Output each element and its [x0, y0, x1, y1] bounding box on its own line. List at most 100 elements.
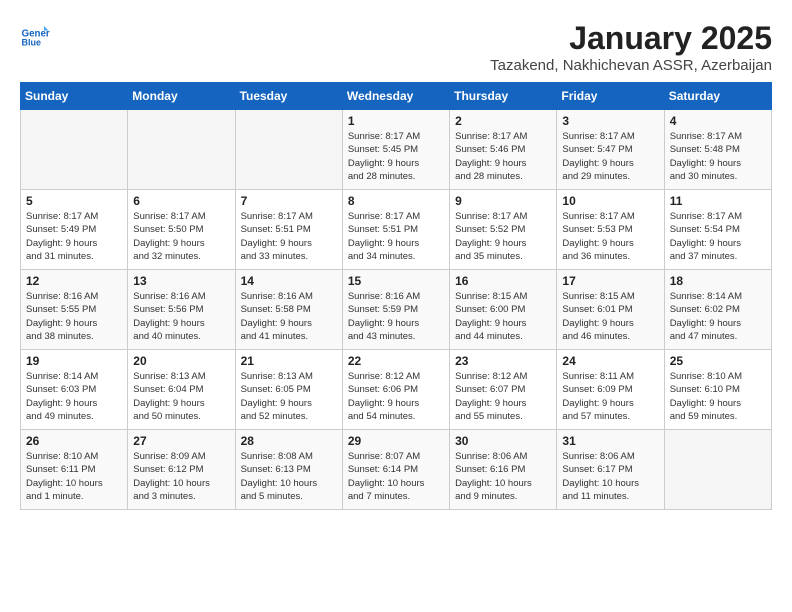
week-row-4: 19Sunrise: 8:14 AMSunset: 6:03 PMDayligh…: [21, 350, 772, 430]
weekday-header-wednesday: Wednesday: [342, 83, 449, 110]
calendar-cell: 23 Sunrise: 8:12 AMSunset: 6:07 PMDayligh…: [450, 350, 557, 430]
day-number: 1: [348, 114, 444, 128]
cell-info: Sunrise: 8:16 AMSunset: 5:58 PMDaylight:…: [241, 290, 337, 343]
calendar-cell: 5Sunrise: 8:17 AMSunset: 5:49 PMDaylight…: [21, 190, 128, 270]
cell-info: Sunrise: 8:08 AMSunset: 6:13 PMDaylight:…: [241, 450, 337, 503]
week-row-5: 26Sunrise: 8:10 AMSunset: 6:11 PMDayligh…: [21, 430, 772, 510]
cell-info: Sunrise: 8:12 AMSunset: 6:07 PMDaylight:…: [455, 370, 551, 423]
title-block: January 2025 Tazakend, Nakhichevan ASSR,…: [490, 20, 772, 74]
cell-info: Sunrise: 8:17 AMSunset: 5:48 PMDaylight:…: [670, 130, 766, 183]
day-number: 16: [455, 274, 551, 288]
calendar-cell: 6 Sunrise: 8:17 AMSunset: 5:50 PMDaylight…: [128, 190, 235, 270]
day-number: 31: [562, 434, 658, 448]
day-number: 4: [670, 114, 766, 128]
header: General Blue January 2025 Tazakend, Nakh…: [20, 20, 772, 74]
calendar-cell: 14 Sunrise: 8:16 AMSunset: 5:58 PMDayligh…: [235, 270, 342, 350]
day-number: 17: [562, 274, 658, 288]
day-number: 7: [241, 194, 337, 208]
cell-info: Sunrise: 8:12 AMSunset: 6:06 PMDaylight:…: [348, 370, 444, 423]
day-number: 8: [348, 194, 444, 208]
cell-info: Sunrise: 8:17 AMSunset: 5:54 PMDaylight:…: [670, 210, 766, 263]
cell-info: Sunrise: 8:15 AMSunset: 6:00 PMDaylight:…: [455, 290, 551, 343]
day-number: 3: [562, 114, 658, 128]
cell-info: Sunrise: 8:17 AMSunset: 5:47 PMDaylight:…: [562, 130, 658, 183]
day-number: 27: [133, 434, 229, 448]
cell-info: Sunrise: 8:07 AMSunset: 6:14 PMDaylight:…: [348, 450, 444, 503]
day-number: 13: [133, 274, 229, 288]
week-row-1: 1Sunrise: 8:17 AMSunset: 5:45 PMDaylight…: [21, 110, 772, 190]
day-number: 15: [348, 274, 444, 288]
week-row-3: 12Sunrise: 8:16 AMSunset: 5:55 PMDayligh…: [21, 270, 772, 350]
day-number: 26: [26, 434, 122, 448]
weekday-header-monday: Monday: [128, 83, 235, 110]
calendar-cell: 29 Sunrise: 8:07 AMSunset: 6:14 PMDayligh…: [342, 430, 449, 510]
cell-info: Sunrise: 8:16 AMSunset: 5:59 PMDaylight:…: [348, 290, 444, 343]
cell-info: Sunrise: 8:17 AMSunset: 5:51 PMDaylight:…: [241, 210, 337, 263]
day-number: 23: [455, 354, 551, 368]
calendar-cell: 18Sunrise: 8:14 AMSunset: 6:02 PMDayligh…: [664, 270, 771, 350]
calendar-cell: 15 Sunrise: 8:16 AMSunset: 5:59 PMDayligh…: [342, 270, 449, 350]
day-number: 21: [241, 354, 337, 368]
day-number: 2: [455, 114, 551, 128]
day-number: 28: [241, 434, 337, 448]
cell-info: Sunrise: 8:13 AMSunset: 6:05 PMDaylight:…: [241, 370, 337, 423]
calendar-cell: 8Sunrise: 8:17 AMSunset: 5:51 PMDaylight…: [342, 190, 449, 270]
calendar-cell: [21, 110, 128, 190]
day-number: 10: [562, 194, 658, 208]
calendar-cell: 26Sunrise: 8:10 AMSunset: 6:11 PMDayligh…: [21, 430, 128, 510]
weekday-header-sunday: Sunday: [21, 83, 128, 110]
day-number: 14: [241, 274, 337, 288]
calendar-cell: 22 Sunrise: 8:12 AMSunset: 6:06 PMDayligh…: [342, 350, 449, 430]
day-number: 20: [133, 354, 229, 368]
calendar-cell: 19Sunrise: 8:14 AMSunset: 6:03 PMDayligh…: [21, 350, 128, 430]
day-number: 5: [26, 194, 122, 208]
svg-text:Blue: Blue: [22, 38, 42, 48]
logo-icon: General Blue: [20, 20, 50, 50]
location-title: Tazakend, Nakhichevan ASSR, Azerbaijan: [490, 57, 772, 74]
weekday-header-thursday: Thursday: [450, 83, 557, 110]
weekday-header-friday: Friday: [557, 83, 664, 110]
calendar-cell: 21 Sunrise: 8:13 AMSunset: 6:05 PMDayligh…: [235, 350, 342, 430]
cell-info: Sunrise: 8:17 AMSunset: 5:52 PMDaylight:…: [455, 210, 551, 263]
cell-info: Sunrise: 8:06 AMSunset: 6:17 PMDaylight:…: [562, 450, 658, 503]
month-title: January 2025: [490, 20, 772, 57]
day-number: 30: [455, 434, 551, 448]
day-number: 12: [26, 274, 122, 288]
calendar-cell: 1Sunrise: 8:17 AMSunset: 5:45 PMDaylight…: [342, 110, 449, 190]
calendar-cell: 20 Sunrise: 8:13 AMSunset: 6:04 PMDayligh…: [128, 350, 235, 430]
calendar-table: SundayMondayTuesdayWednesdayThursdayFrid…: [20, 82, 772, 510]
week-row-2: 5Sunrise: 8:17 AMSunset: 5:49 PMDaylight…: [21, 190, 772, 270]
calendar-cell: 31 Sunrise: 8:06 AMSunset: 6:17 PMDayligh…: [557, 430, 664, 510]
weekday-header-row: SundayMondayTuesdayWednesdayThursdayFrid…: [21, 83, 772, 110]
calendar-cell: 27 Sunrise: 8:09 AMSunset: 6:12 PMDayligh…: [128, 430, 235, 510]
calendar-cell: 3 Sunrise: 8:17 AMSunset: 5:47 PMDaylight…: [557, 110, 664, 190]
calendar-cell: 9 Sunrise: 8:17 AMSunset: 5:52 PMDaylight…: [450, 190, 557, 270]
day-number: 6: [133, 194, 229, 208]
day-number: 19: [26, 354, 122, 368]
cell-info: Sunrise: 8:13 AMSunset: 6:04 PMDaylight:…: [133, 370, 229, 423]
weekday-header-saturday: Saturday: [664, 83, 771, 110]
cell-info: Sunrise: 8:17 AMSunset: 5:50 PMDaylight:…: [133, 210, 229, 263]
calendar-cell: 7 Sunrise: 8:17 AMSunset: 5:51 PMDaylight…: [235, 190, 342, 270]
day-number: 9: [455, 194, 551, 208]
cell-info: Sunrise: 8:14 AMSunset: 6:02 PMDaylight:…: [670, 290, 766, 343]
calendar-cell: [128, 110, 235, 190]
cell-info: Sunrise: 8:10 AMSunset: 6:10 PMDaylight:…: [670, 370, 766, 423]
calendar-cell: [235, 110, 342, 190]
day-number: 22: [348, 354, 444, 368]
calendar-cell: [664, 430, 771, 510]
day-number: 29: [348, 434, 444, 448]
calendar-cell: 10Sunrise: 8:17 AMSunset: 5:53 PMDayligh…: [557, 190, 664, 270]
cell-info: Sunrise: 8:09 AMSunset: 6:12 PMDaylight:…: [133, 450, 229, 503]
calendar-cell: 12Sunrise: 8:16 AMSunset: 5:55 PMDayligh…: [21, 270, 128, 350]
weekday-header-tuesday: Tuesday: [235, 83, 342, 110]
day-number: 11: [670, 194, 766, 208]
day-number: 24: [562, 354, 658, 368]
cell-info: Sunrise: 8:06 AMSunset: 6:16 PMDaylight:…: [455, 450, 551, 503]
calendar-cell: 16 Sunrise: 8:15 AMSunset: 6:00 PMDayligh…: [450, 270, 557, 350]
day-number: 25: [670, 354, 766, 368]
cell-info: Sunrise: 8:11 AMSunset: 6:09 PMDaylight:…: [562, 370, 658, 423]
cell-info: Sunrise: 8:16 AMSunset: 5:56 PMDaylight:…: [133, 290, 229, 343]
page: General Blue January 2025 Tazakend, Nakh…: [0, 0, 792, 520]
calendar-cell: 17Sunrise: 8:15 AMSunset: 6:01 PMDayligh…: [557, 270, 664, 350]
